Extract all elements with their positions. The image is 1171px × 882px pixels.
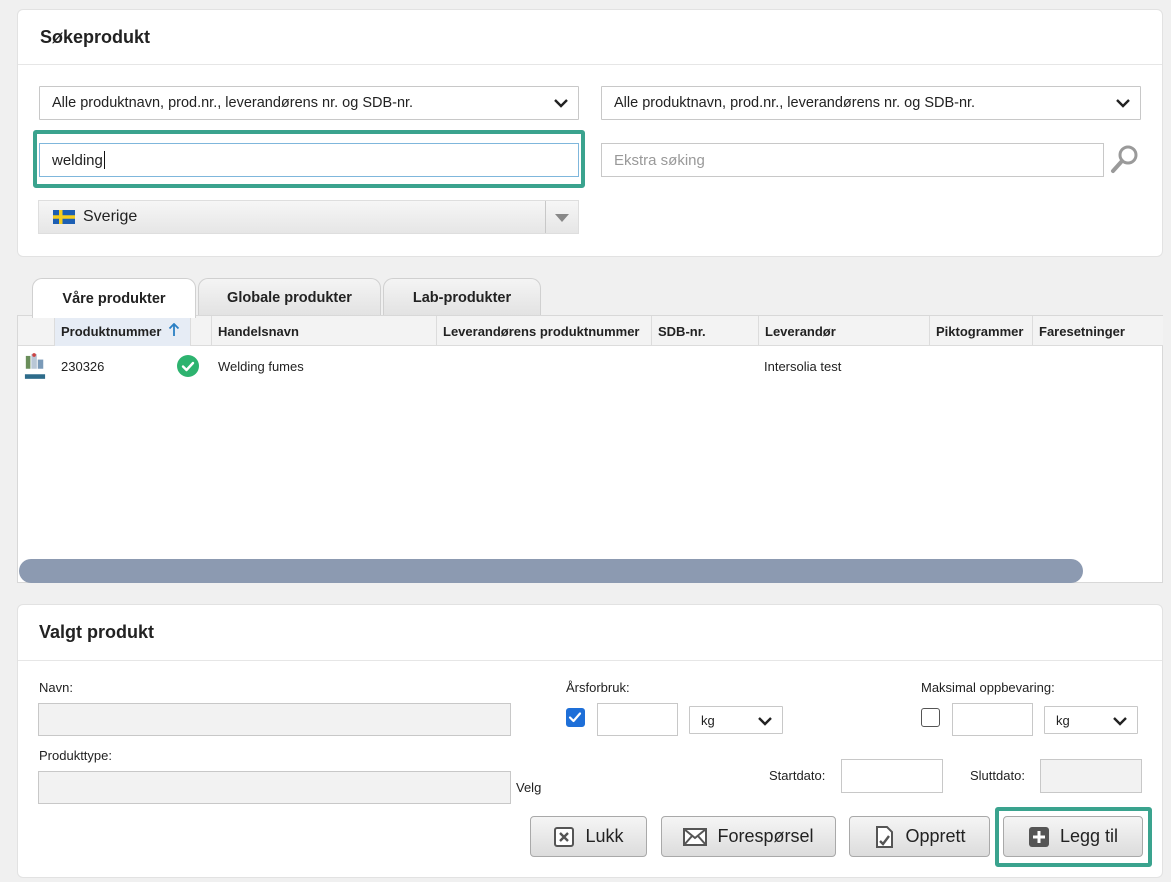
tab-label: Globale produkter (227, 289, 352, 306)
tab-label: Lab-produkter (412, 289, 512, 306)
column-label: Produktnummer (61, 323, 162, 339)
country-select[interactable]: Sverige (38, 200, 579, 234)
extra-search-input[interactable]: Ekstra søking (601, 143, 1104, 177)
produkttype-field (38, 771, 511, 804)
country-value: Sverige (83, 208, 138, 225)
tab-lab-produkter[interactable]: Lab-produkter (383, 278, 541, 316)
divider (18, 660, 1162, 661)
button-label: Opprett (905, 826, 966, 846)
column-icon (18, 316, 55, 346)
search-scope-value: Alle produktnavn, prod.nr., leverandøren… (614, 95, 976, 111)
plus-icon (1028, 826, 1049, 847)
column-label: Piktogrammer (936, 323, 1024, 339)
maks-oppbevaring-unit-select[interactable]: kg (1044, 706, 1138, 734)
document-edit-icon (876, 825, 894, 848)
produkttype-label: Produkttype: (39, 748, 112, 763)
column-label: Faresetninger (1039, 323, 1125, 339)
horizontal-scrollbar[interactable] (19, 559, 1083, 583)
search-scope-value: Alle produktnavn, prod.nr., leverandøren… (52, 95, 414, 111)
search-scope-select-right[interactable]: Alle produktnavn, prod.nr., leverandøren… (601, 86, 1141, 120)
search-input-value: welding (52, 151, 103, 169)
close-box-icon (554, 826, 575, 847)
button-label: Lukk (585, 826, 624, 846)
extra-search-placeholder: Ekstra søking (614, 151, 705, 169)
chevron-down-icon (758, 717, 772, 726)
arsforbruk-unit-select[interactable]: kg (689, 706, 783, 734)
sluttdato-label: Sluttdato: (970, 768, 1025, 783)
column-label: Leverandørens produktnummer (443, 323, 640, 339)
foresporsel-button[interactable]: Forespørsel (661, 816, 836, 857)
divider (545, 201, 546, 233)
tab-label: Våre produkter (62, 290, 166, 307)
button-label: Legg til (1059, 826, 1119, 846)
column-status (171, 316, 212, 346)
divider (18, 64, 1162, 65)
search-panel-title: Søkeprodukt (40, 27, 151, 47)
column-label: SDB-nr. (658, 323, 706, 339)
column-leverandor[interactable]: Leverandør (759, 316, 930, 346)
chevron-down-icon (1113, 717, 1127, 726)
startdato-label: Startdato: (769, 768, 826, 783)
column-sdb-nr[interactable]: SDB-nr. (652, 316, 759, 346)
legg-til-button[interactable]: Legg til (1003, 816, 1143, 857)
table-row[interactable]: 230326 Welding fumes Intersolia test (18, 347, 1163, 385)
column-leverandorens-produktnummer[interactable]: Leverandørens produktnummer (437, 316, 652, 346)
arsforbruk-label: Årsforbruk: (566, 680, 630, 695)
checkmark-icon (568, 712, 582, 723)
text-cursor (103, 151, 105, 169)
maks-oppbevaring-input[interactable] (952, 703, 1033, 736)
search-scope-select-left[interactable]: Alle produktnavn, prod.nr., leverandøren… (39, 86, 579, 120)
cell-handelsnavn: Welding fumes (218, 359, 304, 374)
navn-field (38, 703, 511, 736)
product-type-icon (24, 353, 46, 379)
startdato-input[interactable] (841, 759, 943, 793)
dropdown-arrow-icon (555, 214, 569, 222)
grid-header: Produktnummer Handelsnavn Leverandørens … (18, 316, 1163, 346)
tab-vare-produkter[interactable]: Våre produkter (32, 278, 196, 318)
envelope-icon (683, 827, 708, 846)
search-icon[interactable] (1110, 144, 1140, 174)
check-circle-icon (177, 355, 199, 377)
tab-globale-produkter[interactable]: Globale produkter (198, 278, 381, 316)
button-label: Forespørsel (717, 826, 814, 846)
navn-label: Navn: (39, 680, 73, 695)
selected-panel-title: Valgt produkt (39, 622, 155, 642)
column-piktogrammer[interactable]: Piktogrammer (930, 316, 1033, 346)
cell-leverandor: Intersolia test (764, 359, 842, 374)
column-label: Handelsnavn (218, 323, 299, 339)
unit-value: kg (701, 712, 715, 728)
sluttdato-input (1040, 759, 1142, 793)
velg-link[interactable]: Velg (516, 780, 541, 795)
cell-produktnummer: 230326 (61, 359, 105, 374)
chevron-down-icon (1116, 99, 1130, 108)
column-label: Leverandør (765, 323, 836, 339)
maks-oppbevaring-label: Maksimal oppbevaring: (921, 680, 1055, 695)
opprett-button[interactable]: Opprett (849, 816, 990, 857)
column-handelsnavn[interactable]: Handelsnavn (212, 316, 437, 346)
sweden-flag-icon (53, 210, 75, 224)
column-faresetninger[interactable]: Faresetninger (1033, 316, 1163, 346)
product-grid: Produktnummer Handelsnavn Leverandørens … (17, 315, 1163, 583)
search-input[interactable]: welding (39, 143, 579, 177)
lukk-button[interactable]: Lukk (530, 816, 647, 857)
maks-oppbevaring-checkbox[interactable] (921, 708, 940, 727)
unit-value: kg (1056, 712, 1070, 728)
chevron-down-icon (554, 99, 568, 108)
arsforbruk-input[interactable] (597, 703, 678, 736)
arsforbruk-checkbox[interactable] (566, 708, 585, 727)
